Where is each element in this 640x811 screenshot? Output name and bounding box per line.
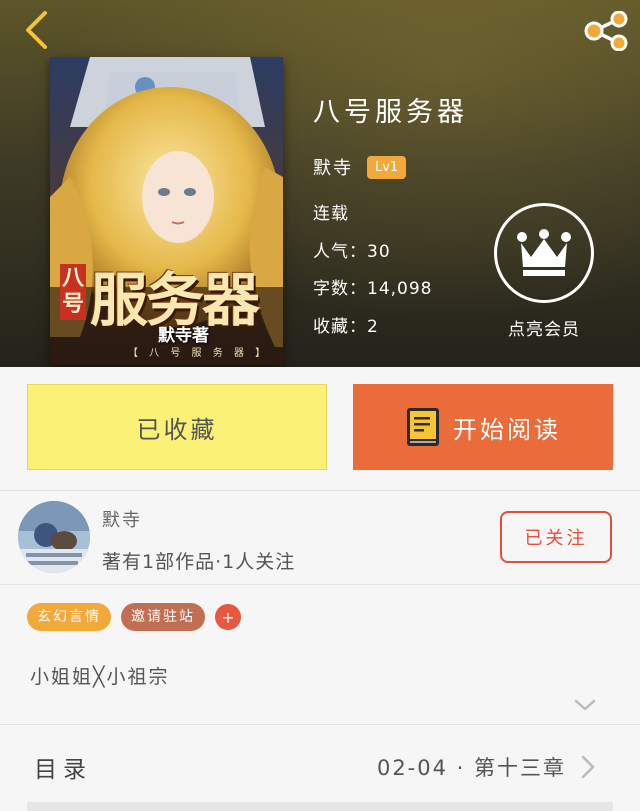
avatar-image [18,501,90,573]
avatar[interactable] [18,501,90,573]
vip-label: 点亮会员 [508,320,580,340]
book-header: 八号 服务器 默寺著 【 八 号 服 务 器 】 八号服务器 默寺 Lv1 连载… [0,0,640,367]
toc-label: 目录 [34,757,92,783]
followed-label: 已关注 [524,528,588,549]
author-name[interactable]: 默寺 [313,154,353,180]
book-info: 八号服务器 默寺 Lv1 连载 人气：30 字数：14,098 收藏：2 [313,90,468,346]
crown-icon [517,229,571,276]
book-title: 八号服务器 [313,97,468,128]
cover-subtitle: 【 八 号 服 务 器 】 [128,348,270,359]
latest-chapter: 02-04 · 第十三章 [376,756,566,780]
book-icon [405,406,441,448]
cover-author: 默寺著 [158,326,209,346]
divider [0,490,640,491]
popularity: 人气：30 [313,241,391,262]
collected-button[interactable]: 已收藏 [27,384,327,470]
chevron-right-icon [580,754,596,784]
divider [0,724,640,725]
favorites-count: 收藏：2 [313,316,379,337]
word-count: 字数：14,098 [313,279,433,299]
book-status: 连载 [313,204,349,224]
share-icon [584,11,628,51]
tag-list: 玄幻言情 邀请驻站 + [27,603,241,631]
vip-button[interactable]: 点亮会员 [494,203,594,340]
back-button[interactable] [14,6,58,54]
start-reading-button[interactable]: 开始阅读 [353,384,613,470]
chevron-down-icon [574,699,596,711]
share-button[interactable] [580,8,632,54]
start-reading-label: 开始阅读 [453,415,561,444]
author-row: 默寺 Lv1 [313,152,468,182]
chevron-left-icon [26,11,47,49]
tag-genre[interactable]: 玄幻言情 [27,603,111,631]
add-tag-button[interactable]: + [215,604,241,630]
collected-label: 已收藏 [136,415,218,444]
plus-icon: + [221,607,235,627]
tag-invited[interactable]: 邀请驻站 [121,603,205,631]
followed-button[interactable]: 已关注 [500,511,612,563]
table-of-contents-row[interactable]: 目录 02-04 · 第十三章 [0,726,640,806]
author-card-name[interactable]: 默寺 [102,506,142,532]
author-card-stats: 著有1部作品·1人关注 [102,551,296,573]
cover-title-side: 八号 [60,264,86,320]
crown-badge [494,203,594,303]
book-cover[interactable]: 八号 服务器 默寺著 【 八 号 服 务 器 】 [50,57,283,365]
expand-description-button[interactable] [573,697,597,716]
book-description: 小姐姐╳小祖宗 [30,666,170,688]
bottom-section-edge [27,802,613,811]
author-card: 默寺 著有1部作品·1人关注 已关注 [0,492,640,584]
level-badge: Lv1 [367,155,407,179]
divider [0,584,640,585]
